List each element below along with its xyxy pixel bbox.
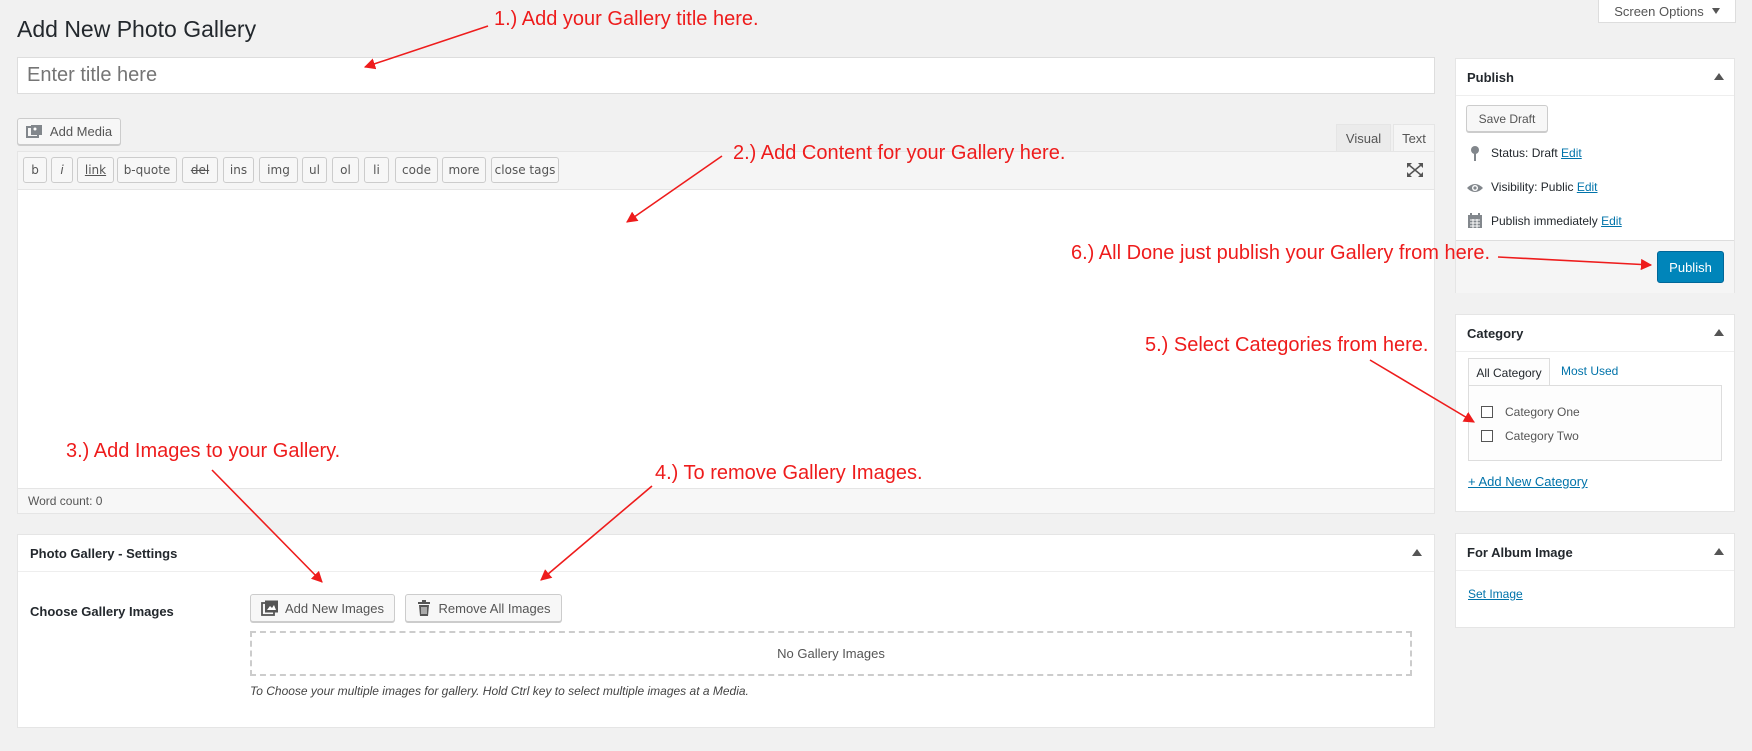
quicktag-del-button[interactable]: del <box>182 157 218 183</box>
title-input[interactable] <box>17 57 1435 94</box>
annotation-3: 3.) Add Images to your Gallery. <box>66 440 341 462</box>
add-media-label: Add Media <box>49 124 113 139</box>
gallery-hint: To Choose your multiple images for galle… <box>250 684 749 698</box>
publish-heading: Publish <box>1467 70 1514 85</box>
quicktag-img-button[interactable]: img <box>259 157 298 183</box>
quicktag-ins-button[interactable]: ins <box>223 157 254 183</box>
no-images-text: No Gallery Images <box>777 646 885 661</box>
quicktag-ul-button[interactable]: ul <box>302 157 327 183</box>
trash-icon <box>417 600 430 616</box>
pin-icon <box>1471 146 1479 161</box>
category-heading: Category <box>1467 326 1524 341</box>
publish-date-edit-link[interactable]: Edit <box>1601 214 1622 228</box>
add-media-button[interactable]: Add Media <box>17 118 121 145</box>
tab-visual[interactable]: Visual <box>1336 124 1391 152</box>
add-new-images-button[interactable]: Add New Images <box>250 594 395 622</box>
visibility-row: Visibility: Public Edit <box>1491 180 1598 194</box>
status-value: Draft <box>1531 146 1558 160</box>
publish-button[interactable]: Publish <box>1657 251 1724 283</box>
status-bar: Word count: 0 <box>18 488 1434 513</box>
quicktag-b-button[interactable]: b <box>23 157 47 183</box>
add-media-icon <box>25 124 42 138</box>
status-row: Status: Draft Edit <box>1491 146 1582 160</box>
status-label: Status: <box>1491 146 1532 160</box>
add-new-category-link[interactable]: + Add New Category <box>1468 474 1588 489</box>
screen-options-button[interactable]: Screen Options <box>1598 0 1736 23</box>
quicktag-code-button[interactable]: code <box>395 157 438 183</box>
page-title: Add New Photo Gallery <box>17 16 257 42</box>
add-new-images-label: Add New Images <box>285 600 384 616</box>
category-checkbox[interactable] <box>1481 406 1493 418</box>
tab-text[interactable]: Text <box>1393 124 1435 152</box>
gallery-icon <box>261 600 278 616</box>
annotation-2: 2.) Add Content for your Gallery here. <box>733 142 1066 164</box>
annotation-5: 5.) Select Categories from here. <box>1145 334 1429 356</box>
visibility-label: Visibility: <box>1491 180 1541 194</box>
annotation-1: 1.) Add your Gallery title here. <box>494 8 759 30</box>
quicktag-i-button[interactable]: i <box>51 157 73 183</box>
set-image-link[interactable]: Set Image <box>1468 587 1523 601</box>
category-list <box>1468 385 1722 461</box>
gallery-images-dropzone[interactable]: No Gallery Images <box>250 631 1412 676</box>
annotation-4: 4.) To remove Gallery Images. <box>655 462 923 484</box>
annotation-6: 6.) All Done just publish your Gallery f… <box>1071 242 1491 264</box>
status-edit-link[interactable]: Edit <box>1561 146 1582 160</box>
choose-images-label: Choose Gallery Images <box>30 604 174 619</box>
remove-all-images-button[interactable]: Remove All Images <box>405 594 562 622</box>
publish-date-label: Publish <box>1491 214 1534 228</box>
remove-all-images-label: Remove All Images <box>438 600 551 616</box>
category-item: Category Two <box>1505 429 1579 443</box>
category-item: Category One <box>1505 405 1580 419</box>
collapse-toggle-icon[interactable] <box>1714 73 1724 80</box>
tab-all-category[interactable]: All Category <box>1468 358 1550 386</box>
album-image-heading: For Album Image <box>1467 545 1573 560</box>
fullscreen-icon[interactable] <box>1406 162 1424 178</box>
gallery-settings-heading: Photo Gallery - Settings <box>30 546 178 561</box>
quicktag-li-button[interactable]: li <box>364 157 389 183</box>
publish-date-row: Publish immediately Edit <box>1491 214 1622 228</box>
visibility-value: Public <box>1540 180 1574 194</box>
save-draft-button[interactable]: Save Draft <box>1466 105 1548 132</box>
collapse-toggle-icon[interactable] <box>1412 549 1422 556</box>
quicktag-close-tags-button[interactable]: close tags <box>491 157 559 183</box>
word-count: Word count: 0 <box>28 494 103 508</box>
screen-options-label: Screen Options <box>1614 3 1704 19</box>
tab-most-used[interactable]: Most Used <box>1561 364 1618 378</box>
album-image-box: For Album Image <box>1455 533 1735 628</box>
collapse-toggle-icon[interactable] <box>1714 548 1724 555</box>
calendar-icon <box>1468 213 1482 228</box>
quicktag-b-quote-button[interactable]: b-quote <box>117 157 177 183</box>
caret-down-icon <box>1711 8 1720 14</box>
quicktag-more-button[interactable]: more <box>442 157 486 183</box>
publish-date-value: immediately <box>1533 214 1598 228</box>
quicktag-ol-button[interactable]: ol <box>332 157 359 183</box>
quicktag-link-button[interactable]: link <box>77 157 114 183</box>
collapse-toggle-icon[interactable] <box>1714 329 1724 336</box>
visibility-edit-link[interactable]: Edit <box>1577 180 1598 194</box>
category-checkbox[interactable] <box>1481 430 1493 442</box>
eye-icon <box>1467 184 1483 192</box>
